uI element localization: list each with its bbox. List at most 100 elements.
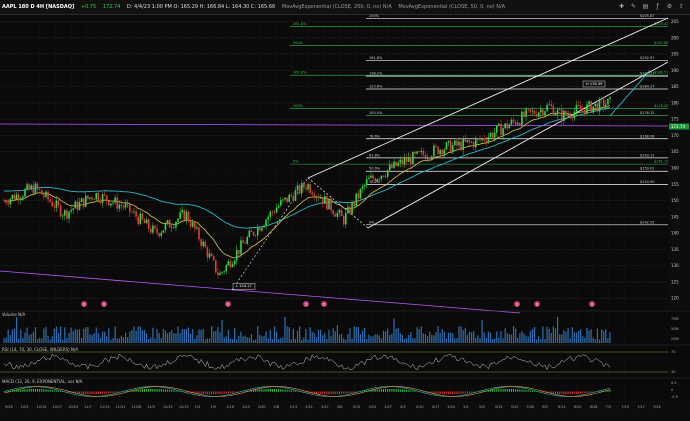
volume-bar [185,328,188,343]
volume-bar [55,326,58,343]
candle-body [149,228,152,233]
volume-bar [284,316,286,343]
volume-bar [74,329,76,343]
volume-bar [229,338,232,343]
macd-histogram-bar [469,391,471,393]
macd-pane[interactable]: MACD (12, 26, 9, EXPONENTIAL, no) N/A 0.5… [0,377,690,399]
candle-body [460,141,462,150]
volume-bar [106,336,108,343]
candle-body [229,261,232,268]
macd-histogram-bar [150,389,152,392]
volume-bar [122,337,125,343]
candle-body [110,203,112,206]
candle-body [204,241,207,248]
candle-body [28,184,30,190]
time-tick: 10/17 [52,405,62,409]
rsi-pane[interactable]: RSI (14, 70, 30, CLOSE, WILDERS) N/A 70 30 [0,344,690,374]
volume-bar [259,334,261,343]
macd-histogram-bar [588,391,590,393]
macd-histogram-bar [345,391,347,394]
candle-body [563,110,565,122]
volume-bar [252,339,255,343]
macd-histogram-bar [573,391,575,395]
volume-bar [361,330,364,343]
volume-bar [479,338,481,343]
candle-body [124,203,127,208]
volume-pane[interactable]: Volume N/A 75M 50M 25M [0,310,690,343]
macd-histogram-bar [286,389,288,392]
volume-bar [80,338,83,343]
candle-body [376,179,379,182]
macd-histogram-bar [531,390,533,392]
macd-histogram-bar [265,389,267,392]
volume-bar [131,330,133,343]
candle-body [227,261,230,266]
price-axis[interactable]: 205 200 195 190 185 180 175 170 165 160 155 150 145 1… [668,15,690,308]
macd-histogram-bar [318,391,320,394]
time-tick: 6/5 [542,405,547,409]
volume-bar [11,329,13,343]
volume-bar [422,333,424,343]
candle-body [189,221,192,227]
volume-bar [349,327,351,343]
volume-bar [609,332,611,343]
volume-bar [450,332,452,343]
volume-bar [376,334,378,343]
macd-histogram-bar [458,391,460,394]
candle-body [240,240,242,254]
volume-bar [435,332,437,343]
volume-bar [158,333,160,343]
macd-histogram-bar [208,391,210,395]
volume-label: Volume N/A [2,312,25,317]
time-tick: 6/20 [574,405,582,409]
macd-histogram-bar [152,389,154,392]
macd-histogram-bar [219,391,221,394]
price-tick: 155 [671,182,679,187]
volume-bar [116,338,118,343]
volume-bar [171,330,173,343]
candle-body [351,202,353,214]
candle-body [586,104,588,114]
volume-bar [523,333,525,343]
volume-bar [372,336,374,343]
candle-body [326,196,328,210]
macd-histogram-bar [137,389,139,392]
candle-body [235,250,238,261]
volume-bar [39,337,41,343]
macd-histogram-bar [554,391,556,394]
candle-body [181,210,184,213]
macd-histogram-bar [271,389,273,392]
volume-bar [529,331,531,343]
macd-histogram-bar [380,389,382,392]
volume-bar [531,328,534,343]
dividend-marker-label: D [83,303,86,307]
volume-bar [431,334,433,343]
candle-body [303,182,305,188]
macd-histogram-bar [464,391,466,394]
candle-body [435,145,437,147]
volume-bar [406,337,408,343]
volume-bar [502,338,504,343]
chart-canvas[interactable]: 200%$205.87161.8%$192.97138.2%$188.23123… [0,0,690,421]
rsi-tick: 30 [671,370,675,374]
candle-body [231,264,234,268]
candle-body [13,194,16,200]
candle-body [451,145,454,153]
time-axis[interactable]: 9/26 10/3 10/10 10/17 10/24 11/7 11/14 11/21 11/… [0,401,690,421]
volume-bar [382,330,385,343]
macd-histogram-bar [55,390,57,392]
volume-bar [466,334,469,343]
candle-body [103,194,106,196]
volume-bar [510,334,513,343]
macd-histogram-bar [559,391,561,395]
volume-bar [326,339,328,343]
volume-bar [187,327,190,343]
macd-histogram-bar [135,389,137,392]
volume-bar [18,338,20,343]
volume-bar [410,332,412,343]
candle-body [173,227,175,229]
dividend-marker-label: D [516,303,519,307]
candle-body [248,230,251,238]
volume-bar [487,331,489,343]
macd-histogram-bar [414,390,416,392]
